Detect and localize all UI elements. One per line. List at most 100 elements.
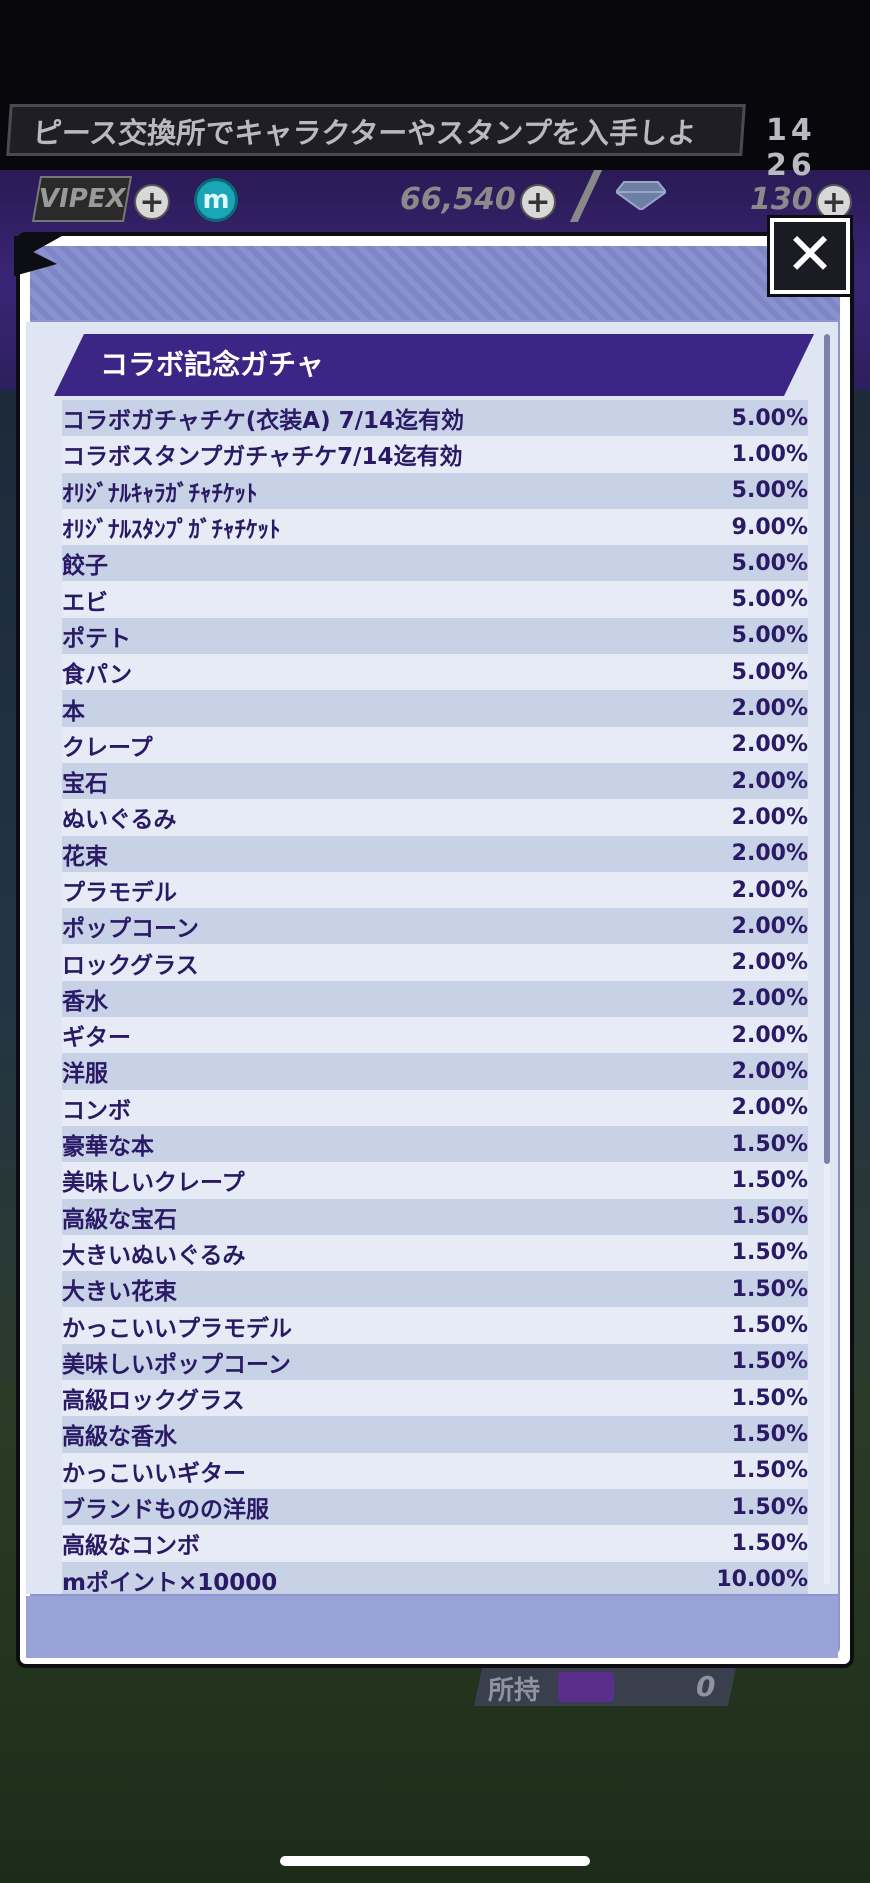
item-rate: 2.00% [731, 768, 808, 794]
gem-count: 130 [750, 182, 813, 217]
list-item: 本 2.00% [62, 690, 808, 727]
item-name: ｵﾘｼﾞﾅﾙｽﾀﾝﾌﾟｶﾞﾁｬﾁｹｯﾄ [62, 517, 281, 544]
item-rate: 1.50% [731, 1276, 808, 1302]
rates-list: コラボガチャチケ(衣装A) 7/14迄有効 5.00% コラボスタンプガチャチケ7/… [62, 400, 808, 1594]
list-item: 餃子 5.00% [62, 545, 808, 582]
item-rate: 1.50% [731, 1530, 808, 1556]
item-name: 宝石 [62, 771, 108, 798]
m-point-icon[interactable]: m [194, 178, 238, 222]
item-rate: 1.50% [731, 1421, 808, 1447]
list-item: ギター 2.00% [62, 1017, 808, 1054]
list-item: 大きいぬいぐるみ 1.50% [62, 1234, 808, 1272]
list-item: 花束 2.00% [62, 835, 808, 872]
item-name: ｵﾘｼﾞﾅﾙｷｬﾗｶﾞﾁｬﾁｹｯﾄ [62, 480, 258, 507]
item-name: ロックグラス [62, 952, 199, 979]
item-rate: 1.50% [731, 1385, 808, 1411]
list-item: 美味しいクレープ 1.50% [62, 1162, 808, 1199]
list-item: 高級なコンボ 1.50% [62, 1525, 808, 1562]
list-item: クレープ 2.00% [62, 726, 808, 763]
coin-count: 66,540 [400, 182, 516, 217]
list-item: 香水 2.00% [62, 980, 808, 1018]
item-rate: 2.00% [731, 1095, 808, 1121]
diamond-icon [616, 181, 666, 210]
news-ticker[interactable]: ピース交換所でキャラクターやスタンプを入手しよ [6, 104, 746, 156]
item-name: 高級な香水 [62, 1424, 177, 1451]
item-name: ぬいぐるみ [62, 807, 177, 834]
vip-badge[interactable]: VIPEX [31, 176, 133, 222]
modal-header [30, 246, 840, 320]
item-rate: 1.50% [731, 1131, 808, 1157]
item-name: 洋服 [62, 1061, 108, 1088]
list-item: かっこいいプラモデル 1.50% [62, 1307, 808, 1344]
item-rate: 2.00% [731, 1058, 808, 1084]
list-item: ブランドものの洋服 1.50% [62, 1488, 808, 1526]
item-name: 花束 [62, 843, 108, 870]
list-item: ｵﾘｼﾞﾅﾙｷｬﾗｶﾞﾁｬﾁｹｯﾄ 5.00% [62, 472, 808, 509]
coin-plus-button[interactable]: + [520, 184, 556, 220]
item-name: 美味しいポップコーン [62, 1351, 291, 1378]
list-item: ポップコーン 2.00% [62, 908, 808, 945]
item-rate: 5.00% [731, 550, 808, 576]
item-name: mポイント×10000 [62, 1569, 278, 1594]
item-rate: 2.00% [731, 950, 808, 976]
list-item: コラボスタンプガチャチケ7/14迄有効 1.00% [62, 436, 808, 473]
item-name: 香水 [62, 988, 108, 1015]
item-rate: 10.00% [716, 1567, 808, 1593]
item-name: 食パン [62, 662, 133, 689]
item-rate: 1.00% [731, 441, 808, 467]
list-item: 食パン 5.00% [62, 654, 808, 691]
item-rate: 1.50% [731, 1204, 808, 1230]
list-item: mポイント×10000 10.00% [62, 1561, 808, 1594]
item-rate: 2.00% [731, 804, 808, 830]
item-rate: 1.50% [731, 1349, 808, 1375]
item-name: 高級なコンボ [62, 1533, 200, 1560]
item-name: ポップコーン [62, 916, 199, 943]
rates-list-panel[interactable]: コラボ記念ガチャ コラボガチャチケ(衣装A) 7/14迄有効 5.00% コラボスタ… [26, 322, 838, 1594]
list-item: 美味しいポップコーン 1.50% [62, 1343, 808, 1381]
item-rate: 1.50% [731, 1458, 808, 1484]
item-name: クレープ [62, 734, 153, 761]
modal-footer [26, 1596, 838, 1658]
item-rate: 1.50% [731, 1494, 808, 1520]
gem-plus-button[interactable]: + [816, 184, 852, 220]
item-rate: 9.00% [731, 514, 808, 540]
close-button[interactable]: ✕ [770, 218, 850, 294]
owned-label: 所持 [488, 1676, 541, 1706]
list-item: 洋服 2.00% [62, 1053, 808, 1090]
item-rate: 2.00% [731, 877, 808, 903]
item-name: ブランドものの洋服 [62, 1497, 269, 1524]
item-rate: 2.00% [731, 986, 808, 1012]
item-name: かっこいいプラモデル [62, 1315, 292, 1342]
item-rate: 2.00% [731, 913, 808, 939]
item-rate: 5.00% [731, 405, 808, 431]
item-name: 餃子 [62, 553, 108, 580]
list-item: 豪華な本 1.50% [62, 1125, 808, 1163]
item-name: コラボガチャチケ(衣装A) 7/14迄有効 [62, 408, 465, 435]
item-rate: 5.00% [731, 623, 808, 649]
item-name: 本 [62, 698, 85, 725]
ticker-text: ピース交換所でキャラクターやスタンプを入手しよ [31, 116, 698, 150]
item-name: 高級ロックグラス [62, 1388, 245, 1415]
item-rate: 5.00% [731, 478, 808, 504]
item-name: ギター [62, 1025, 131, 1052]
item-name: コンボ [62, 1097, 131, 1124]
list-item: プラモデル 2.00% [62, 871, 808, 909]
list-item: かっこいいギター 1.50% [62, 1452, 808, 1489]
item-name: 大きいぬいぐるみ [62, 1242, 246, 1269]
vip-plus-button[interactable]: + [134, 184, 170, 220]
item-name: かっこいいギター [62, 1460, 246, 1487]
home-indicator[interactable] [280, 1856, 590, 1866]
owned-count: 0 [696, 1670, 716, 1703]
list-item: コラボガチャチケ(衣装A) 7/14迄有効 5.00% [62, 400, 808, 437]
list-item: ぬいぐるみ 2.00% [62, 799, 808, 836]
item-name: コラボスタンプガチャチケ7/14迄有効 [62, 444, 463, 471]
scrollbar-thumb[interactable] [824, 334, 830, 1164]
list-item: コンボ 2.00% [62, 1089, 808, 1126]
item-name: プラモデル [62, 880, 177, 906]
item-name: エビ [62, 589, 108, 616]
item-rate: 5.00% [731, 659, 808, 685]
item-rate: 5.00% [731, 587, 808, 613]
item-name: 高級な宝石 [62, 1206, 177, 1233]
section-title: コラボ記念ガチャ [54, 334, 814, 396]
item-rate: 1.50% [731, 1167, 808, 1193]
